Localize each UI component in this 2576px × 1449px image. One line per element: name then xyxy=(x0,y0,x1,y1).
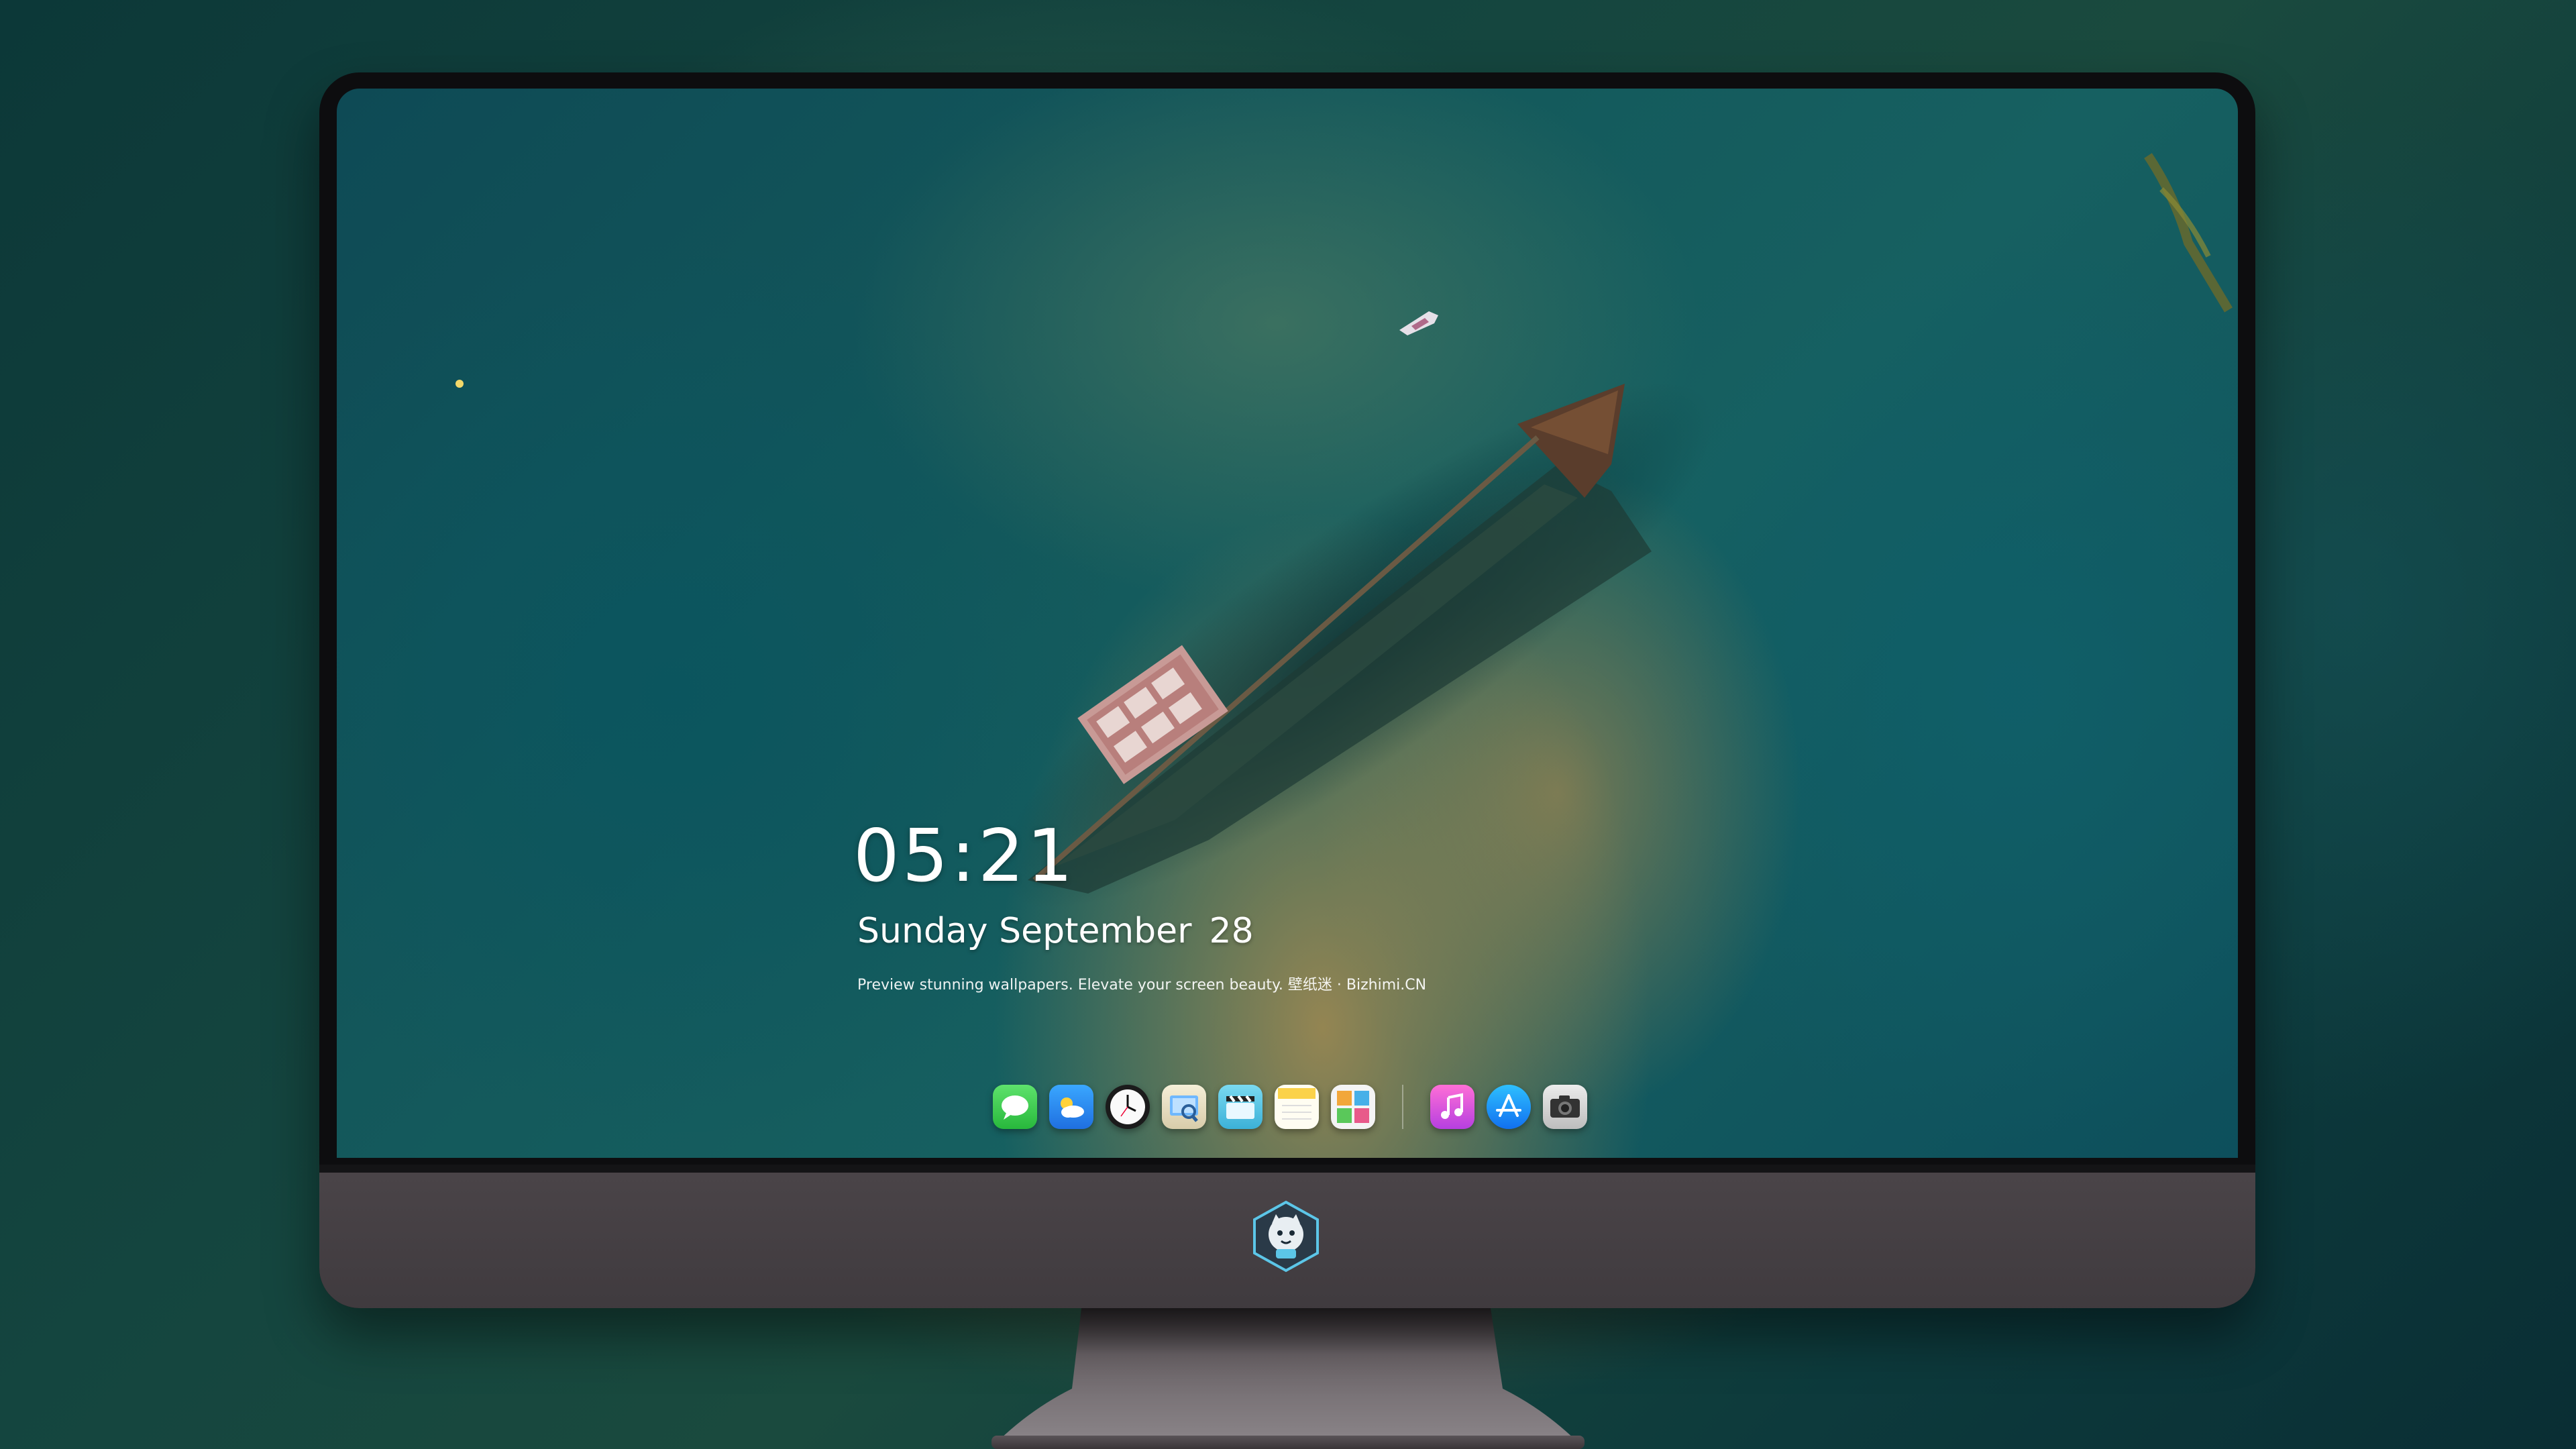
desktop-screen: 05:21 Sunday September 28 Preview stunnin… xyxy=(337,89,2238,1158)
notes-icon[interactable] xyxy=(1275,1085,1319,1129)
shipwreck-wallpaper xyxy=(455,153,2233,909)
small-boat xyxy=(1399,311,1438,335)
clock-icon[interactable] xyxy=(1106,1085,1150,1129)
weather-icon[interactable] xyxy=(1049,1085,1093,1129)
weekday-month: Sunday September xyxy=(857,911,1192,951)
camera-icon[interactable] xyxy=(1543,1085,1587,1129)
music-icon[interactable] xyxy=(1430,1085,1474,1129)
messages-icon[interactable] xyxy=(993,1085,1037,1129)
wallpaper-tagline: Preview stunning wallpapers. Elevate you… xyxy=(857,977,1427,994)
photo-booth-icon[interactable] xyxy=(1331,1085,1375,1129)
day-number: 28 xyxy=(1209,911,1254,951)
preview-icon[interactable] xyxy=(1162,1085,1206,1129)
app-store-icon[interactable] xyxy=(1487,1085,1531,1129)
clips-icon[interactable] xyxy=(1218,1085,1263,1129)
lock-screen-date: Sunday September 28 xyxy=(857,911,1254,951)
monitor: 05:21 Sunday September 28 Preview stunnin… xyxy=(319,72,2255,1308)
buoy xyxy=(455,380,464,388)
lock-screen-clock: 05:21 xyxy=(853,814,1076,898)
dock-separator xyxy=(1402,1085,1403,1129)
dock xyxy=(993,1073,1599,1140)
brand-logo-icon xyxy=(1253,1200,1319,1273)
